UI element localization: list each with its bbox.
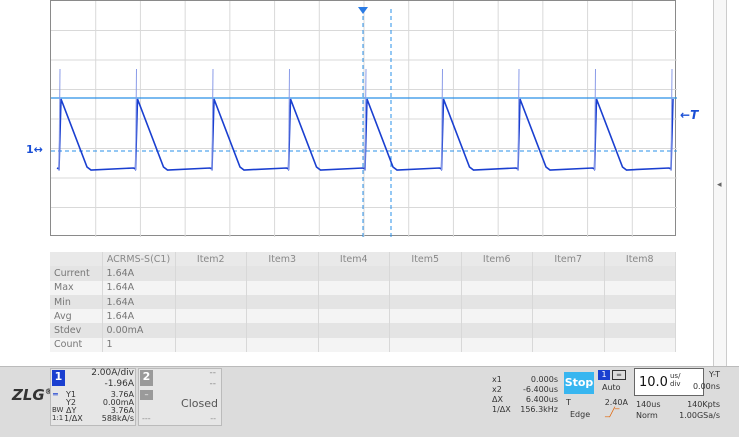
row-label: Count <box>50 337 103 353</box>
table-row: Min 1.64A <box>50 294 676 310</box>
row-value: 0.00mA <box>102 323 176 338</box>
channel-2-badge[interactable]: 2 <box>140 370 153 386</box>
row-label: Max <box>50 280 103 295</box>
ch1-vdiv: 2.00A/div <box>91 368 134 378</box>
header-cell[interactable]: Item6 <box>461 252 533 267</box>
ch2-line1: -- <box>209 368 217 378</box>
header-cell <box>50 252 103 267</box>
row-label: Avg <box>50 309 103 324</box>
cursor-x1: 0.000s <box>530 375 558 384</box>
cursor-fx-label: 1/ΔX <box>492 405 511 414</box>
timebase-mode: Y-T <box>709 370 720 379</box>
timebase-value: 10.0 <box>639 375 668 390</box>
header-cell[interactable]: Item2 <box>175 252 247 267</box>
header-cell[interactable]: ACRMS-S(C1) <box>102 252 176 267</box>
channel-1-level-marker[interactable]: 1↔ <box>26 143 43 156</box>
chevron-left-icon: ◂ <box>717 180 722 190</box>
trigger-level-label: T <box>566 398 571 407</box>
timebase-unit-bottom: div <box>670 380 681 388</box>
waveform-canvas <box>51 1 677 237</box>
cursor-dx: 6.400us <box>525 395 558 404</box>
trigger-position-icon <box>358 7 368 14</box>
trigger-level-marker[interactable]: ←T <box>680 108 698 122</box>
measurement-table: ACRMS-S(C1) Item2 Item3 Item4 Item5 Item… <box>50 252 676 353</box>
table-row: Stdev 0.00mA <box>50 323 676 338</box>
header-cell[interactable]: Item3 <box>246 252 319 267</box>
sample-rate: 1.00GSa/s <box>679 411 720 420</box>
rising-edge-icon: _╱‾ <box>605 408 620 418</box>
table-row: Max 1.64A <box>50 280 676 295</box>
ch2-line4: --- <box>142 414 151 423</box>
trigger-mode[interactable]: Auto <box>602 383 621 392</box>
row-label: Stdev <box>50 323 103 338</box>
row-value: 1.64A <box>102 309 176 324</box>
ch1-offset: -1.96A <box>104 379 134 389</box>
cursor-x2: -6.400us <box>522 385 558 394</box>
header-cell[interactable]: Item8 <box>604 252 676 267</box>
trace-spikes <box>58 68 673 172</box>
table-row: Current 1.64A <box>50 266 676 281</box>
ch1-rate: 588kA/s <box>101 414 134 423</box>
record-points: 140Kpts <box>687 400 720 409</box>
row-value: 1.64A <box>102 294 176 310</box>
trigger-type[interactable]: Edge <box>570 410 590 419</box>
ch1-rate-label: 1/ΔX <box>64 414 83 423</box>
cursor-x2-label: x2 <box>492 385 502 394</box>
cursor-dx-label: ΔX <box>492 395 503 404</box>
table-row: Count 1 <box>50 337 676 353</box>
table-header-row: ACRMS-S(C1) Item2 Item3 Item4 Item5 Item… <box>50 252 676 267</box>
ch2-coupling-icon: – <box>140 390 153 400</box>
timebase-unit-top: us/ <box>670 372 681 380</box>
trigger-coupling-icon: ═ <box>612 370 626 380</box>
table-row: Avg 1.64A <box>50 309 676 324</box>
waveform-display[interactable] <box>50 0 677 237</box>
row-value: 1.64A <box>102 266 176 281</box>
row-value: 1.64A <box>102 280 176 295</box>
cursor-x1-label: x1 <box>492 375 502 384</box>
ch2-line3: -- <box>210 414 216 423</box>
ch1-bw-label: BW <box>52 406 64 414</box>
header-cell[interactable]: Item4 <box>318 252 390 267</box>
trigger-source-badge[interactable]: 1 <box>598 370 610 380</box>
row-label: Min <box>50 294 103 310</box>
row-label: Current <box>50 266 103 281</box>
cursor-fx: 156.3kHz <box>520 405 558 414</box>
run-stop-button[interactable]: Stop <box>564 372 594 394</box>
header-cell[interactable]: Item7 <box>532 252 605 267</box>
ch1-coupling-icon: ═ <box>53 390 58 399</box>
header-cell[interactable]: Item5 <box>389 252 462 267</box>
timebase-delay: 0.00ns <box>692 382 720 391</box>
ch1-probe-ratio: 1:1 <box>52 414 64 422</box>
ch2-state: Closed <box>181 397 218 410</box>
zlg-logo: ZLG® <box>12 386 53 404</box>
record-window: 140us <box>636 400 661 409</box>
acquire-mode: Norm <box>636 411 658 420</box>
ch2-line2: -- <box>209 379 217 389</box>
row-value: 1 <box>102 337 176 353</box>
channel-1-badge[interactable]: 1 <box>52 370 65 386</box>
trigger-level: 2.40A <box>604 398 628 407</box>
